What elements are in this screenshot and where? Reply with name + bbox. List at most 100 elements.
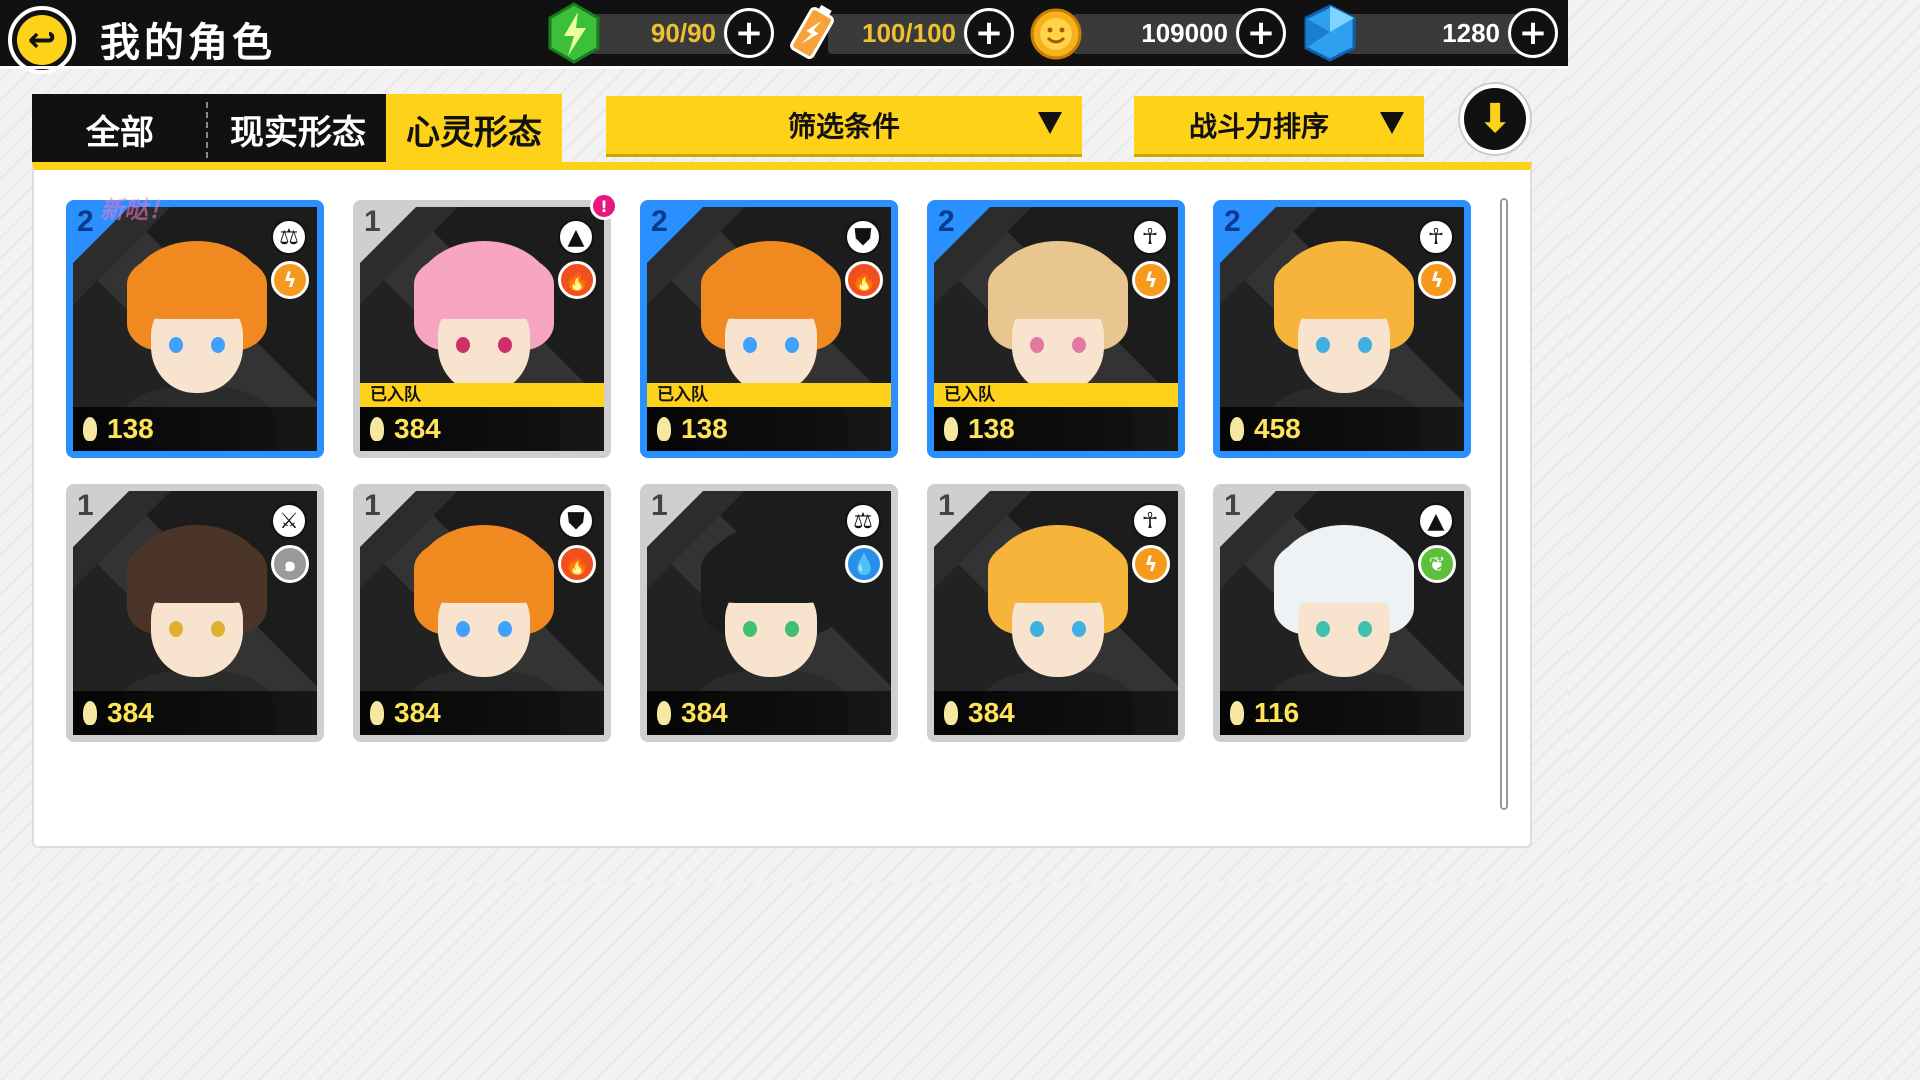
stamina-value: 90/90: [650, 18, 716, 48]
character-portrait-area: 1 ▲ ❦ 116: [1220, 491, 1464, 735]
alert-badge: !: [590, 192, 618, 220]
character-portrait-area: 1 ⛊ 🔥 384: [360, 491, 604, 735]
power-value: 384: [107, 697, 154, 728]
power-icon: [1230, 701, 1244, 725]
power-value: 384: [681, 697, 728, 728]
character-portrait-area: 2 ⚖ ϟ 138: [73, 207, 317, 451]
sort-label: 战斗力排序: [1188, 110, 1329, 143]
ankh-icon: ☥: [1132, 503, 1168, 539]
power-bar: 384: [647, 691, 891, 735]
lightning-element-icon: ϟ: [1418, 261, 1456, 299]
leaf-element-icon: ❦: [1418, 545, 1456, 583]
top-bar: ↩ 我的角色 90/90 + 100/100 + 109000 + 1280 +: [0, 0, 1568, 74]
add-energy-button[interactable]: +: [964, 8, 1014, 58]
character-portrait-area: 2 ⛊ 🔥 已入队 138: [647, 207, 891, 451]
blue-diamond-icon: [1304, 4, 1356, 62]
character-portrait-area: 2 ☥ ϟ 458: [1220, 207, 1464, 451]
power-bar: 116: [1220, 691, 1464, 735]
tab-real-form[interactable]: 现实形态: [210, 94, 386, 164]
energy-value: 100/100: [862, 18, 956, 48]
scrollbar[interactable]: [1500, 198, 1508, 810]
rank-number: 2: [938, 207, 955, 238]
power-bar: 384: [360, 691, 604, 735]
coins-resource: 109000 +: [1030, 8, 1286, 60]
character-card[interactable]: 2 ☥ ϟ 458: [1213, 200, 1471, 458]
power-bar: 384: [73, 691, 317, 735]
battery-icon: [790, 4, 834, 59]
fire-element-icon: 🔥: [558, 545, 596, 583]
character-card[interactable]: 2 ☥ ϟ 已入队 138: [927, 200, 1185, 458]
wind-element-icon: ๑: [271, 545, 309, 583]
power-bar: 458: [1220, 407, 1464, 451]
ankh-icon: ☥: [1418, 219, 1454, 255]
triforce-icon: ▲: [1418, 503, 1454, 539]
lightning-element-icon: ϟ: [1132, 545, 1170, 583]
rank-number: 2: [1224, 207, 1241, 238]
character-card[interactable]: 1 ⚖ 💧 384: [640, 484, 898, 742]
shield-icon: ⛊: [558, 503, 594, 539]
shield-icon: ⛊: [845, 219, 881, 255]
filter-label: 筛选条件: [787, 110, 900, 143]
power-bar: 384: [934, 691, 1178, 735]
power-bar: 138: [73, 407, 317, 451]
new-tag: 新哒！: [100, 196, 172, 224]
dropdown-arrow-icon: [1038, 112, 1062, 134]
in-team-label: 已入队: [934, 383, 1178, 407]
back-button[interactable]: ↩: [8, 6, 76, 74]
power-icon: [1230, 417, 1244, 441]
power-icon: [944, 417, 958, 441]
add-stamina-button[interactable]: +: [724, 8, 774, 58]
rank-number: 1: [364, 491, 381, 522]
power-icon: [657, 417, 671, 441]
rank-number: 1: [651, 491, 668, 522]
character-card[interactable]: 2 ⛊ 🔥 已入队 138: [640, 200, 898, 458]
diamonds-resource: 1280 +: [1304, 4, 1558, 62]
lightning-element-icon: ϟ: [1132, 261, 1170, 299]
power-icon: [83, 417, 97, 441]
in-team-label: 已入队: [360, 383, 604, 407]
rank-number: 1: [938, 491, 955, 522]
character-card[interactable]: 1 ▲ ❦ 116: [1213, 484, 1471, 742]
character-portrait-area: 1 ⚖ 💧 384: [647, 491, 891, 735]
triforce-icon: ▲: [558, 219, 594, 255]
fire-element-icon: 🔥: [845, 261, 883, 299]
arrow-down-icon: ⬇: [1478, 96, 1512, 142]
energy-resource: 100/100 +: [790, 4, 1014, 59]
diamonds-value: 1280: [1442, 18, 1500, 48]
page-title: 我的角色: [100, 20, 276, 66]
in-team-label: 已入队: [647, 383, 891, 407]
rank-number: 2: [77, 207, 94, 238]
sort-order-button[interactable]: ⬇: [1460, 84, 1530, 154]
power-icon: [370, 701, 384, 725]
character-card[interactable]: 1 ⚔ ๑ 384: [66, 484, 324, 742]
power-icon: [944, 701, 958, 725]
tab-spirit-form[interactable]: 心灵形态: [386, 94, 562, 164]
character-card[interactable]: 1 ⛊ 🔥 384: [353, 484, 611, 742]
power-bar: 384: [360, 407, 604, 451]
rank-number: 1: [1224, 491, 1241, 522]
dropdown-arrow-icon: [1380, 112, 1404, 134]
character-portrait-area: 2 ☥ ϟ 已入队 138: [934, 207, 1178, 451]
power-icon: [657, 701, 671, 725]
tab-all[interactable]: 全部: [32, 94, 208, 164]
power-value: 458: [1254, 413, 1301, 444]
fire-element-icon: 🔥: [558, 261, 596, 299]
character-portrait-area: 1 ☥ ϟ 384: [934, 491, 1178, 735]
character-portrait-area: 1 ⚔ ๑ 384: [73, 491, 317, 735]
gold-coin-icon: [1030, 8, 1082, 60]
power-value: 138: [968, 413, 1015, 444]
sort-dropdown[interactable]: 战斗力排序: [1134, 96, 1424, 154]
stamina-resource: 90/90 +: [548, 2, 774, 64]
character-card[interactable]: 1 ☥ ϟ 384: [927, 484, 1185, 742]
power-icon: [370, 417, 384, 441]
filter-dropdown[interactable]: 筛选条件: [606, 96, 1082, 154]
character-card[interactable]: 2 ⚖ ϟ 138: [66, 200, 324, 458]
sword-icon: ⚔: [271, 503, 307, 539]
add-diamonds-button[interactable]: +: [1508, 8, 1558, 58]
power-icon: [83, 701, 97, 725]
form-tabs: 全部 现实形态 心灵形态: [32, 94, 562, 164]
lightning-element-icon: ϟ: [271, 261, 309, 299]
back-arrow-icon: ↩: [17, 15, 67, 65]
add-coins-button[interactable]: +: [1236, 8, 1286, 58]
character-card[interactable]: 1 ▲ 🔥 已入队 384: [353, 200, 611, 458]
